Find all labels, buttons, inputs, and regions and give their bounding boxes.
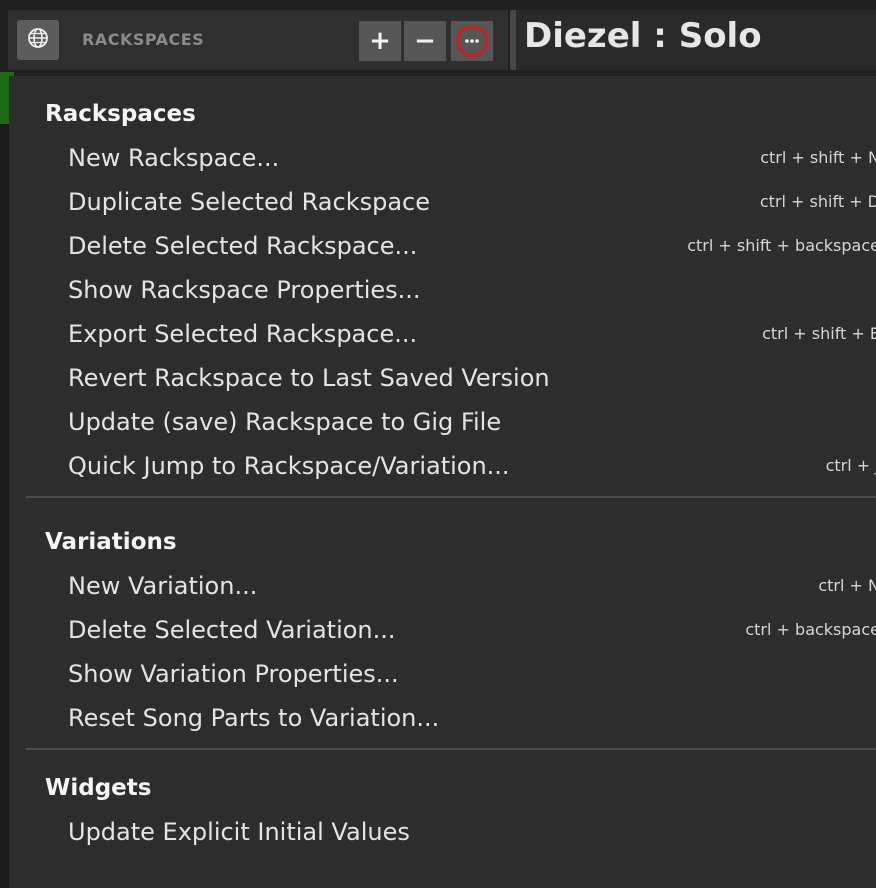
add-rackspace-button[interactable]: +	[359, 21, 401, 61]
globe-icon	[26, 26, 50, 54]
menu-item-reset-song-parts[interactable]: Reset Song Parts to Variation...	[9, 696, 876, 740]
menu-item-delete-rackspace[interactable]: Delete Selected Rackspace... ctrl + shif…	[9, 224, 876, 268]
menu-item-label: Duplicate Selected Rackspace	[68, 188, 430, 216]
rackspace-options-menu: Rackspaces New Rackspace... ctrl + shift…	[9, 76, 876, 888]
menu-item-label: Reset Song Parts to Variation...	[68, 704, 440, 732]
rackspaces-caption: RACKSPACES	[82, 30, 205, 49]
menu-item-label: Update Explicit Initial Values	[68, 818, 410, 846]
menu-heading-variations: Variations	[45, 529, 177, 555]
rackspace-title: Diezel : Solo	[524, 16, 762, 56]
menu-item-shortcut: ctrl + shift + N	[760, 148, 876, 167]
menu-item-shortcut: ctrl + shift + backspace	[687, 236, 876, 255]
remove-rackspace-button[interactable]: −	[404, 21, 446, 61]
menu-section-variations: Variations New Variation... ctrl + N Del…	[9, 498, 876, 740]
more-options-button[interactable]	[451, 21, 493, 61]
menu-item-export-rackspace[interactable]: Export Selected Rackspace... ctrl + shif…	[9, 312, 876, 356]
menu-item-revert-rackspace[interactable]: Revert Rackspace to Last Saved Version	[9, 356, 876, 400]
menu-item-new-rackspace[interactable]: New Rackspace... ctrl + shift + N	[9, 136, 876, 180]
globe-button[interactable]	[17, 20, 59, 60]
menu-item-shortcut: ctrl + J	[825, 456, 876, 475]
menu-item-quick-jump[interactable]: Quick Jump to Rackspace/Variation... ctr…	[9, 444, 876, 488]
rackspaces-header-bar: RACKSPACES + − Diezel : Solo	[0, 0, 876, 76]
menu-item-label: Update (save) Rackspace to Gig File	[68, 408, 502, 436]
menu-item-shortcut: ctrl + shift + D	[759, 192, 876, 211]
menu-section-rackspaces: Rackspaces New Rackspace... ctrl + shift…	[9, 76, 876, 488]
menu-item-variation-properties[interactable]: Show Variation Properties...	[9, 652, 876, 696]
menu-item-label: New Variation...	[68, 572, 258, 600]
menu-item-shortcut: ctrl + shift + E	[762, 324, 876, 343]
menu-item-label: Delete Selected Variation...	[68, 616, 396, 644]
menu-item-delete-variation[interactable]: Delete Selected Variation... ctrl + back…	[9, 608, 876, 652]
menu-item-label: Quick Jump to Rackspace/Variation...	[68, 452, 510, 480]
menu-item-shortcut: ctrl + N	[818, 576, 876, 595]
menu-item-label: New Rackspace...	[68, 144, 280, 172]
menu-item-new-variation[interactable]: New Variation... ctrl + N	[9, 564, 876, 608]
menu-heading-rackspaces: Rackspaces	[45, 101, 196, 127]
menu-item-label: Show Rackspace Properties...	[68, 276, 421, 304]
menu-item-shortcut: ctrl + backspace	[745, 620, 876, 639]
menu-item-duplicate-rackspace[interactable]: Duplicate Selected Rackspace ctrl + shif…	[9, 180, 876, 224]
remove-label: −	[414, 26, 436, 56]
menu-item-update-initial-values[interactable]: Update Explicit Initial Values	[9, 810, 876, 854]
menu-item-rackspace-properties[interactable]: Show Rackspace Properties...	[9, 268, 876, 312]
menu-heading-widgets: Widgets	[45, 775, 152, 801]
menu-item-label: Delete Selected Rackspace...	[68, 232, 418, 260]
menu-item-label: Show Variation Properties...	[68, 660, 399, 688]
menu-item-label: Revert Rackspace to Last Saved Version	[68, 364, 550, 392]
menu-item-update-rackspace[interactable]: Update (save) Rackspace to Gig File	[9, 400, 876, 444]
menu-section-widgets: Widgets Update Explicit Initial Values	[9, 750, 876, 854]
add-label: +	[369, 26, 391, 56]
more-icon	[456, 25, 488, 57]
menu-item-label: Export Selected Rackspace...	[68, 320, 418, 348]
